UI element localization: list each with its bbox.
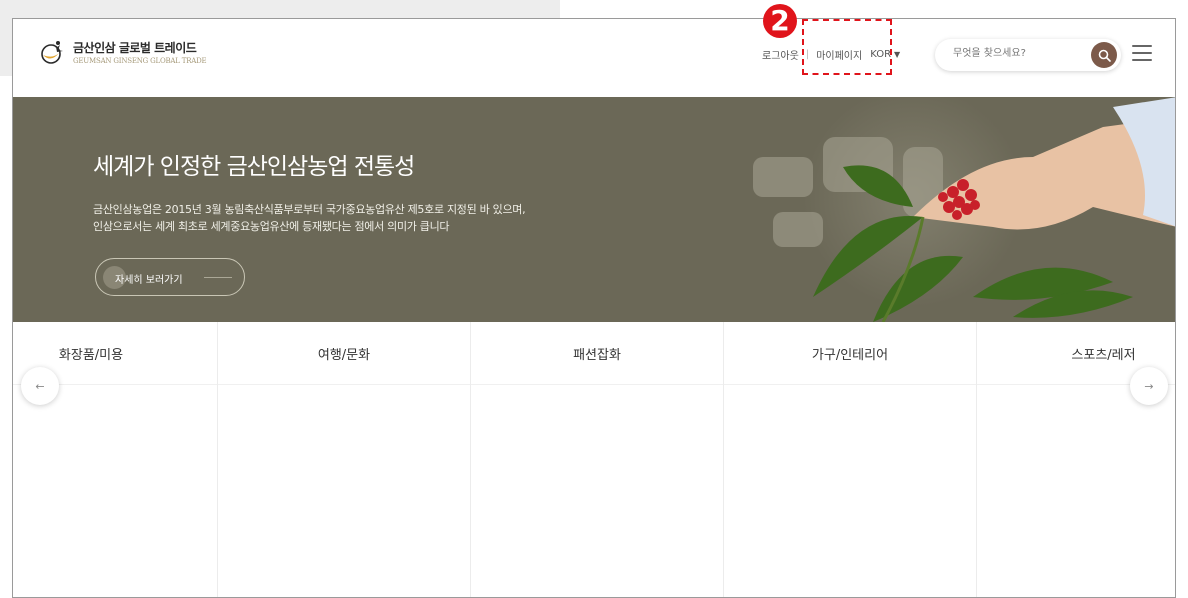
annotation-highlight-box (802, 19, 892, 75)
divider (471, 384, 723, 385)
hero-description-line2: 인삼으로서는 세계 최초로 세계중요농업유산에 등재됐다는 점에서 의미가 큽니… (93, 220, 450, 233)
category-tab[interactable]: 가구/인테리어 (723, 322, 976, 597)
hero-description-line1: 금산인삼농업은 2015년 3월 농림축산식품부로부터 국가중요농업유산 제5호… (93, 203, 526, 216)
annotation-number-badge: 2 (763, 4, 797, 38)
ginseng-logo-icon (41, 41, 63, 64)
prev-arrow-button[interactable]: ← (21, 367, 59, 405)
hamburger-menu-icon[interactable] (1132, 45, 1152, 61)
category-tab[interactable]: 화장품/미용 (13, 322, 217, 597)
category-label: 가구/인테리어 (811, 348, 889, 363)
search-button[interactable] (1091, 42, 1117, 68)
category-tab[interactable]: 패션잡화 (470, 322, 723, 597)
logo-title: 금산인삼 글로벌 트레이드 (73, 41, 197, 55)
browser-frame: 금산인삼 글로벌 트레이드 GEUMSAN GINSENG GLOBAL TRA… (12, 18, 1176, 598)
category-list: 화장품/미용 여행/문화 패션잡화 가구/인테리어 스포츠/레저 ← → (13, 322, 1175, 597)
logo-subtitle: GEUMSAN GINSENG GLOBAL TRADE (73, 57, 207, 65)
category-tab[interactable]: 스포츠/레저 (976, 322, 1175, 597)
view-more-label: 자세히 보러가기 (115, 275, 183, 286)
logout-link[interactable]: 로그아웃 (762, 47, 799, 62)
arrow-line-icon (204, 277, 232, 278)
hero-title: 세계가 인정한 금산인삼농업 전통성 (93, 154, 415, 180)
divider (724, 384, 976, 385)
category-label: 패션잡화 (573, 348, 621, 363)
category-tab[interactable]: 여행/문화 (217, 322, 470, 597)
view-more-button[interactable]: 자세히 보러가기 (95, 258, 245, 296)
arrow-right-icon: → (1144, 379, 1154, 393)
category-label: 스포츠/레저 (1071, 348, 1136, 363)
search-box (935, 39, 1121, 71)
ginseng-hand-image (753, 97, 1175, 322)
arrow-left-icon: ← (35, 379, 45, 393)
next-arrow-button[interactable]: → (1130, 367, 1168, 405)
search-input[interactable] (951, 47, 1075, 60)
divider (218, 384, 470, 385)
site-header: 금산인삼 글로벌 트레이드 GEUMSAN GINSENG GLOBAL TRA… (13, 19, 1175, 97)
search-icon (1098, 49, 1111, 62)
caret-down-icon: ▼ (894, 50, 901, 59)
category-label: 화장품/미용 (58, 348, 124, 363)
site-logo[interactable]: 금산인삼 글로벌 트레이드 GEUMSAN GINSENG GLOBAL TRA… (39, 39, 207, 65)
hero-banner: 세계가 인정한 금산인삼농업 전통성 금산인삼농업은 2015년 3월 농림축산… (13, 97, 1175, 322)
hero-description: 금산인삼농업은 2015년 3월 농림축산식품부로부터 국가중요농업유산 제5호… (93, 201, 526, 235)
category-label: 여행/문화 (317, 348, 371, 363)
